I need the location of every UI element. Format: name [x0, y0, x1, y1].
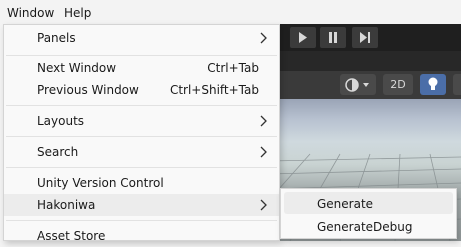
submenu-item-label: GenerateDebug: [317, 220, 413, 234]
menu-item-label: Next Window: [37, 61, 117, 75]
menubar-help[interactable]: Help: [64, 5, 91, 21]
submenu-item-generate-debug[interactable]: GenerateDebug: [284, 215, 453, 237]
editor-tab-strip: [270, 51, 461, 71]
menu-item-panels[interactable]: Panels: [4, 27, 279, 49]
menu-item-asset-store[interactable]: Asset Store: [4, 225, 279, 247]
shading-mode-dropdown[interactable]: [340, 74, 376, 95]
chevron-right-icon: [260, 115, 267, 127]
submenu-item-label: Generate: [317, 197, 374, 211]
chevron-right-icon: [260, 146, 267, 158]
menu-item-label: Unity Version Control: [37, 176, 164, 190]
pause-icon: [329, 32, 337, 43]
menu-bar: Window Help: [0, 0, 461, 24]
lightbulb-icon: [428, 77, 438, 90]
step-button[interactable]: [352, 27, 378, 48]
audio-toggle-button[interactable]: [453, 74, 461, 95]
menu-separator: [6, 105, 277, 106]
play-button[interactable]: [290, 27, 316, 48]
menu-item-shortcut: Ctrl+Tab: [207, 61, 259, 75]
menu-item-label: Asset Store: [37, 229, 106, 243]
menu-item-next-window[interactable]: Next Window Ctrl+Tab: [4, 57, 279, 79]
shading-mode-icon: [345, 78, 369, 92]
play-icon: [299, 32, 307, 43]
lighting-toggle-button[interactable]: [420, 74, 446, 95]
menu-separator: [6, 55, 277, 56]
menubar-window[interactable]: Window: [7, 5, 54, 21]
menu-item-hakoniwa[interactable]: Hakoniwa: [4, 194, 279, 216]
submenu-item-generate[interactable]: Generate: [284, 192, 453, 214]
menu-separator: [6, 136, 277, 137]
menu-item-layouts[interactable]: Layouts: [4, 110, 279, 132]
hakoniwa-submenu: Generate GenerateDebug: [280, 188, 457, 239]
toggle-2d-button[interactable]: 2D: [383, 74, 413, 95]
play-toolbar: [270, 24, 461, 51]
menu-item-previous-window[interactable]: Previous Window Ctrl+Shift+Tab: [4, 79, 279, 101]
pause-button[interactable]: [320, 27, 346, 48]
menu-item-label: Hakoniwa: [37, 198, 96, 212]
scene-toolbar: 2D: [270, 71, 461, 99]
menu-item-label: Search: [37, 145, 79, 159]
chevron-right-icon: [260, 199, 267, 211]
menu-item-shortcut: Ctrl+Shift+Tab: [169, 83, 259, 97]
menu-item-label: Previous Window: [37, 83, 139, 97]
menu-item-search[interactable]: Search: [4, 141, 279, 163]
menu-item-unity-version-control[interactable]: Unity Version Control: [4, 172, 279, 194]
menu-separator: [6, 167, 277, 168]
window-menu: Panels Next Window Ctrl+Tab Previous Win…: [3, 24, 280, 243]
menu-item-label: Panels: [37, 31, 76, 45]
menu-item-label: Layouts: [37, 114, 85, 128]
chevron-right-icon: [260, 32, 267, 44]
step-icon: [359, 32, 370, 43]
menu-separator: [6, 220, 277, 221]
